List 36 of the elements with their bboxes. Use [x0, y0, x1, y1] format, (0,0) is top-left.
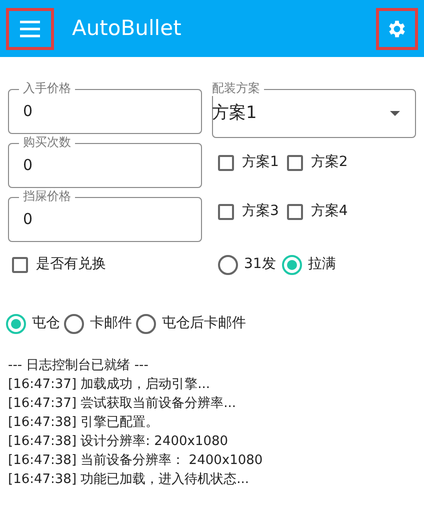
checkbox[interactable] — [218, 204, 234, 220]
log-line: [16:47:38] 当前设备分辨率： 2400x1080 — [8, 452, 263, 470]
app-title: AutoBullet — [72, 14, 182, 42]
settings-button[interactable] — [376, 8, 418, 50]
radio-button[interactable] — [136, 314, 156, 334]
radio-button[interactable] — [282, 254, 302, 274]
log-line: [16:47:37] 尝试获取当前设备分辨率... — [8, 395, 236, 413]
checkbox[interactable] — [218, 154, 234, 170]
checkbox-label: 方案1 — [242, 153, 279, 172]
log-line: [16:47:38] 功能已加载，进入待机状态... — [8, 471, 250, 489]
log-line: --- 日志控制台已就绪 --- — [8, 357, 148, 375]
radio-label: 卡邮件 — [90, 314, 132, 333]
field-label: 入手价格 — [19, 80, 75, 96]
log-line: [16:47:38] 引擎已配置。 — [8, 414, 159, 432]
radio-label: 屯仓后卡邮件 — [162, 314, 246, 333]
radio-button[interactable] — [64, 314, 84, 334]
radio-button[interactable] — [218, 254, 238, 274]
log-line: [16:47:38] 设计分辨率: 2400x1080 — [8, 433, 228, 451]
log-line: [16:47:37] 加载成功，启动引擎... — [8, 376, 210, 394]
checkbox-label: 方案4 — [310, 202, 348, 221]
field-label: 购买次数 — [19, 134, 75, 150]
checkbox-label: 方案3 — [242, 202, 279, 221]
dropdown-arrow-icon — [390, 111, 400, 116]
menu-icon — [19, 20, 41, 38]
checkbox[interactable] — [12, 256, 28, 272]
radio-label: 31发 — [244, 255, 276, 274]
dropdown-label: 配装方案 — [212, 80, 264, 96]
field-label: 挡屎价格 — [19, 188, 75, 204]
checkbox[interactable] — [286, 204, 303, 220]
radio-button[interactable] — [6, 314, 26, 334]
checkbox-label: 是否有兑换 — [36, 255, 106, 274]
checkbox-label: 方案2 — [310, 153, 348, 172]
menu-button[interactable] — [6, 8, 54, 50]
radio-label: 屯仓 — [32, 314, 60, 333]
checkbox[interactable] — [286, 154, 303, 170]
radio-label: 拉满 — [308, 255, 336, 274]
